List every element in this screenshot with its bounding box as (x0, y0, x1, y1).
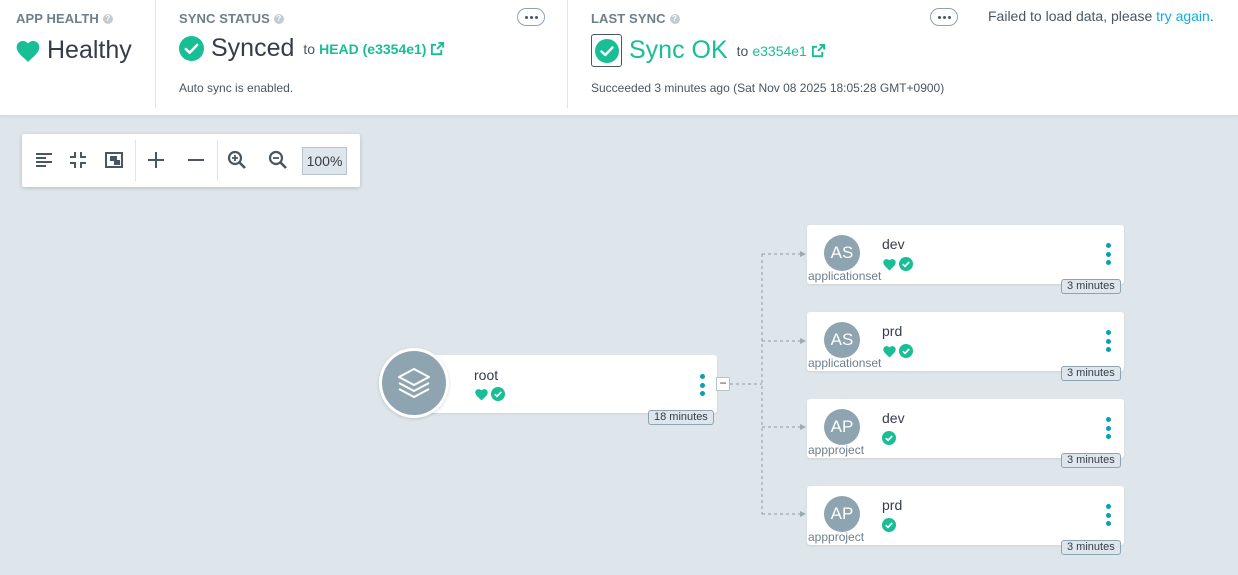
sync-ok-icon-frame (591, 34, 622, 67)
zoom-in-icon[interactable] (224, 147, 250, 173)
health-status-text: Healthy (47, 36, 132, 64)
minus-icon[interactable] (183, 147, 209, 173)
resource-avatar: AS (824, 235, 860, 271)
node-age-badge: 3 minutes (1061, 453, 1121, 468)
check-circle-icon (179, 36, 204, 61)
last-sync-status-text: Sync OK (629, 36, 728, 64)
resource-name: dev (882, 236, 905, 252)
external-link-icon[interactable] (811, 43, 826, 58)
sync-status-value: Synced to HEAD (e3354e1) (179, 34, 445, 63)
last-sync-title: LAST SYNC ? (591, 11, 680, 26)
resource-kind: applicationset (808, 269, 882, 283)
node-menu-button[interactable] (1104, 330, 1112, 352)
node-age-badge: 3 minutes (1061, 540, 1121, 555)
node-menu-button[interactable] (1104, 417, 1112, 439)
resource-node[interactable]: AP appproject dev (807, 399, 1124, 458)
check-circle-icon (882, 518, 896, 532)
compress-icon[interactable] (65, 147, 91, 173)
collapse-button[interactable]: − (716, 377, 730, 391)
node-status-icons (882, 518, 896, 532)
try-again-link[interactable]: try again (1156, 8, 1210, 24)
app-health-status: Healthy (15, 36, 132, 65)
resource-node[interactable]: AS applicationset dev (807, 225, 1124, 284)
node-menu-button[interactable] (1104, 504, 1112, 526)
resource-avatar: AS (824, 322, 860, 358)
heart-icon (883, 345, 896, 357)
node-name: root (474, 367, 499, 383)
check-circle-icon (899, 257, 913, 271)
align-left-icon[interactable] (31, 147, 57, 173)
node-age-badge: 18 minutes (648, 410, 714, 425)
root-node[interactable]: root (414, 355, 717, 413)
resource-kind: applicationset (808, 356, 882, 370)
zoom-level[interactable]: 100% (302, 147, 347, 175)
node-status-icons (882, 257, 913, 271)
node-menu-button[interactable] (1104, 243, 1112, 265)
plus-icon[interactable] (143, 147, 169, 173)
resource-kind: appproject (808, 530, 865, 544)
help-icon[interactable]: ? (669, 13, 680, 24)
heart-icon (883, 258, 896, 270)
zoom-out-icon[interactable] (265, 147, 291, 173)
last-sync-more-button[interactable] (930, 8, 958, 26)
fit-screen-icon[interactable] (101, 147, 127, 173)
toolbar-divider (217, 140, 218, 181)
resource-name: prd (882, 323, 903, 339)
resource-avatar: AP (824, 409, 860, 445)
check-circle-icon (491, 387, 505, 401)
resource-avatar: AP (824, 496, 860, 532)
resource-node[interactable]: AS applicationset prd (807, 312, 1124, 371)
to-label: to (303, 40, 316, 57)
to-label: to (736, 42, 749, 59)
heart-icon (475, 388, 488, 400)
node-age-badge: 3 minutes (1061, 279, 1121, 294)
sync-status-more-button[interactable] (517, 8, 545, 26)
resource-name: dev (882, 410, 905, 426)
check-circle-icon (594, 38, 619, 63)
sync-status-section: SYNC STATUS ? Synced to HEAD (e3354e1) A… (156, 0, 568, 108)
last-sync-detail-text: Succeeded 3 minutes ago (Sat Nov 08 2025… (591, 81, 945, 95)
root-node-icon (379, 348, 449, 418)
resource-name: prd (882, 497, 903, 513)
resource-kind: appproject (808, 443, 865, 457)
node-status-icons (882, 431, 896, 445)
heart-icon (16, 40, 40, 62)
external-link-icon[interactable] (430, 41, 445, 56)
sync-status-title: SYNC STATUS ? (179, 11, 284, 26)
check-circle-icon (882, 431, 896, 445)
toolbar-divider (135, 140, 136, 181)
app-health-title: APP HEALTH ? (16, 11, 113, 26)
sync-revision-link[interactable]: HEAD (e3354e1) (319, 41, 445, 57)
node-status-icons (882, 344, 913, 358)
help-icon[interactable]: ? (273, 13, 284, 24)
last-sync-section: LAST SYNC ? Sync OK to e3354e1 Succeeded… (568, 0, 968, 108)
last-sync-revision-link[interactable]: e3354e1 (752, 43, 826, 59)
node-status-icons (474, 387, 505, 401)
node-menu-button[interactable] (698, 374, 706, 396)
auto-sync-text: Auto sync is enabled. (179, 81, 294, 95)
load-error-message: Failed to load data, please try again. (988, 8, 1214, 24)
help-icon[interactable]: ? (102, 13, 113, 24)
sync-status-text: Synced (211, 34, 295, 62)
graph-toolbar: 100% (22, 134, 360, 187)
layers-icon (398, 368, 430, 398)
app-status-header: APP HEALTH ? Healthy SYNC STATUS ? Synce… (0, 0, 1238, 116)
node-age-badge: 3 minutes (1061, 366, 1121, 381)
last-sync-value: Sync OK to e3354e1 (591, 34, 826, 67)
check-circle-icon (899, 344, 913, 358)
app-health-section: APP HEALTH ? Healthy (0, 0, 156, 108)
resource-node[interactable]: AP appproject prd (807, 486, 1124, 545)
